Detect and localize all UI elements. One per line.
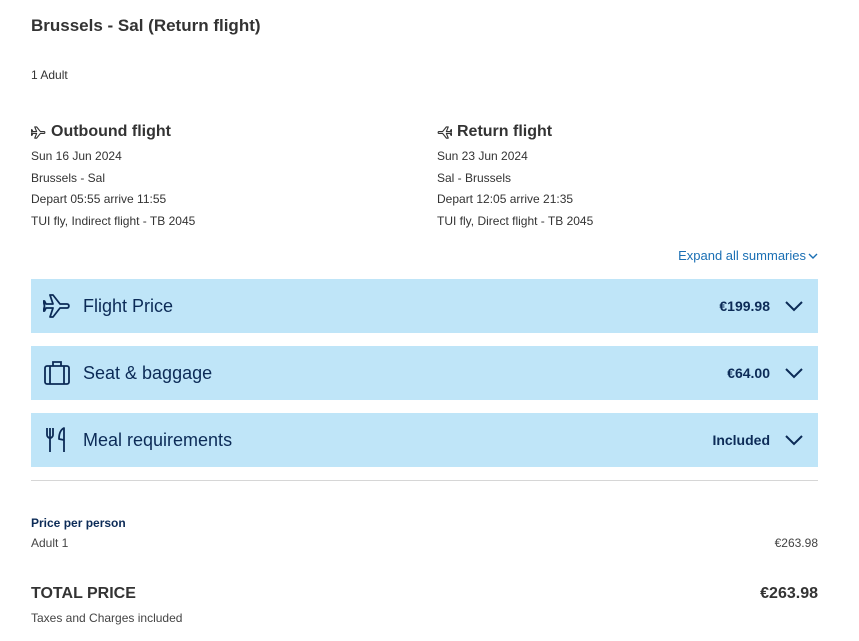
plane-takeoff-icon (30, 125, 46, 140)
fork-knife-icon (43, 426, 71, 454)
taxes-note: Taxes and Charges included (31, 611, 183, 625)
total-price-label: TOTAL PRICE (31, 585, 136, 602)
return-flight-label: Return flight (457, 123, 553, 140)
outbound-times: Depart 05:55 arrive 11:55 (31, 192, 167, 207)
return-route: Sal - Brussels (437, 170, 512, 185)
flight-price-panel[interactable]: Flight Price €199.98 (31, 279, 818, 333)
seat-baggage-label: Seat & baggage (83, 362, 213, 383)
return-flight-heading: Return flight (437, 122, 817, 142)
passenger-count: 1 Adult (31, 68, 68, 82)
outbound-flight-summary: Outbound flight Sun 16 Jun 2024 Brussels… (30, 122, 411, 233)
return-times: Depart 12:05 arrive 21:35 (437, 192, 574, 207)
expand-all-summaries-link[interactable]: Expand all summaries (678, 248, 818, 263)
total-price-value: €263.98 (760, 585, 818, 602)
outbound-date: Sun 16 Jun 2024 (31, 149, 122, 163)
chevron-down-icon[interactable] (784, 363, 804, 383)
outbound-flight-label: Outbound flight (51, 123, 171, 140)
chevron-down-icon[interactable] (784, 430, 804, 450)
chevron-down-icon[interactable] (784, 296, 804, 316)
outbound-route: Brussels - Sal (31, 170, 106, 185)
expand-all-label: Expand all summaries (678, 248, 806, 263)
return-flight-summary: Return flight Sun 23 Jun 2024 Sal - Brus… (437, 122, 817, 233)
outbound-carrier: TUI fly, Indirect flight - TB 2045 (31, 214, 196, 229)
plane-landing-icon (437, 125, 453, 140)
seat-baggage-value: €64.00 (727, 365, 770, 381)
meal-requirements-value: Included (712, 432, 770, 448)
outbound-flight-heading: Outbound flight (30, 122, 411, 142)
return-date: Sun 23 Jun 2024 (437, 149, 528, 163)
divider (31, 480, 818, 481)
flight-price-value: €199.98 (719, 298, 770, 314)
price-row-adult-1: Adult 1 €263.98 (31, 536, 818, 550)
page-title: Brussels - Sal (Return flight) (31, 16, 261, 35)
price-row-value: €263.98 (774, 536, 818, 550)
suitcase-icon (43, 359, 71, 387)
total-price-row: TOTAL PRICE €263.98 (31, 585, 818, 603)
price-row-label: Adult 1 (31, 536, 69, 550)
chevron-down-icon (808, 253, 818, 259)
meal-requirements-label: Meal requirements (83, 429, 233, 450)
price-per-person-heading: Price per person (31, 516, 126, 530)
seat-baggage-panel[interactable]: Seat & baggage €64.00 (31, 346, 818, 400)
meal-requirements-panel[interactable]: Meal requirements Included (31, 413, 818, 467)
airplane-icon (43, 292, 71, 320)
flight-price-label: Flight Price (83, 295, 174, 316)
return-carrier: TUI fly, Direct flight - TB 2045 (437, 214, 594, 229)
